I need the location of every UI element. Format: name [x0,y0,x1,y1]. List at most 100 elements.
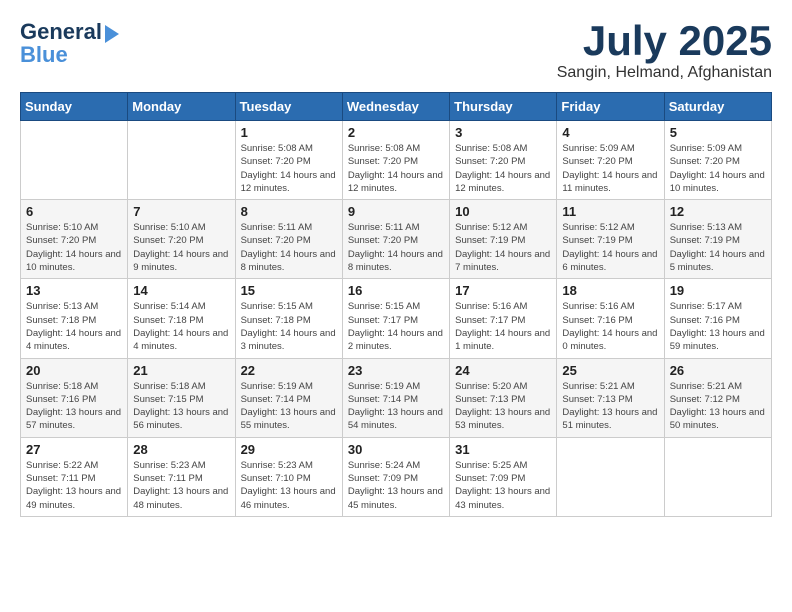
calendar-cell: 31 Sunrise: 5:25 AM Sunset: 7:09 PM Dayli… [450,437,557,516]
day-info: Sunrise: 5:20 AM Sunset: 7:13 PM Dayligh… [455,380,551,433]
day-number: 17 [455,283,551,298]
weekday-header-sunday: Sunday [21,93,128,121]
day-info: Sunrise: 5:19 AM Sunset: 7:14 PM Dayligh… [348,380,444,433]
day-number: 18 [562,283,658,298]
day-info: Sunrise: 5:22 AM Sunset: 7:11 PM Dayligh… [26,459,122,512]
day-info: Sunrise: 5:11 AM Sunset: 7:20 PM Dayligh… [241,221,337,274]
day-info: Sunrise: 5:17 AM Sunset: 7:16 PM Dayligh… [670,300,766,353]
calendar-cell: 20 Sunrise: 5:18 AM Sunset: 7:16 PM Dayli… [21,358,128,437]
day-number: 16 [348,283,444,298]
week-row-3: 13 Sunrise: 5:13 AM Sunset: 7:18 PM Dayli… [21,279,772,358]
day-number: 23 [348,363,444,378]
calendar-cell [21,121,128,200]
day-info: Sunrise: 5:25 AM Sunset: 7:09 PM Dayligh… [455,459,551,512]
day-number: 1 [241,125,337,140]
calendar-cell: 29 Sunrise: 5:23 AM Sunset: 7:10 PM Dayli… [235,437,342,516]
calendar-cell: 30 Sunrise: 5:24 AM Sunset: 7:09 PM Dayli… [342,437,449,516]
calendar-cell: 11 Sunrise: 5:12 AM Sunset: 7:19 PM Dayli… [557,200,664,279]
calendar-cell: 13 Sunrise: 5:13 AM Sunset: 7:18 PM Dayli… [21,279,128,358]
day-number: 7 [133,204,229,219]
day-number: 25 [562,363,658,378]
calendar-cell: 3 Sunrise: 5:08 AM Sunset: 7:20 PM Daylig… [450,121,557,200]
day-info: Sunrise: 5:16 AM Sunset: 7:17 PM Dayligh… [455,300,551,353]
day-number: 8 [241,204,337,219]
day-info: Sunrise: 5:14 AM Sunset: 7:18 PM Dayligh… [133,300,229,353]
day-info: Sunrise: 5:15 AM Sunset: 7:18 PM Dayligh… [241,300,337,353]
week-row-2: 6 Sunrise: 5:10 AM Sunset: 7:20 PM Daylig… [21,200,772,279]
weekday-header-tuesday: Tuesday [235,93,342,121]
week-row-5: 27 Sunrise: 5:22 AM Sunset: 7:11 PM Dayli… [21,437,772,516]
day-number: 12 [670,204,766,219]
day-info: Sunrise: 5:08 AM Sunset: 7:20 PM Dayligh… [348,142,444,195]
calendar-cell: 16 Sunrise: 5:15 AM Sunset: 7:17 PM Dayli… [342,279,449,358]
day-info: Sunrise: 5:24 AM Sunset: 7:09 PM Dayligh… [348,459,444,512]
day-number: 27 [26,442,122,457]
calendar-cell: 6 Sunrise: 5:10 AM Sunset: 7:20 PM Daylig… [21,200,128,279]
day-info: Sunrise: 5:11 AM Sunset: 7:20 PM Dayligh… [348,221,444,274]
day-info: Sunrise: 5:13 AM Sunset: 7:19 PM Dayligh… [670,221,766,274]
calendar-cell: 21 Sunrise: 5:18 AM Sunset: 7:15 PM Dayli… [128,358,235,437]
day-info: Sunrise: 5:09 AM Sunset: 7:20 PM Dayligh… [562,142,658,195]
weekday-header-friday: Friday [557,93,664,121]
day-info: Sunrise: 5:09 AM Sunset: 7:20 PM Dayligh… [670,142,766,195]
day-number: 6 [26,204,122,219]
calendar-cell: 15 Sunrise: 5:15 AM Sunset: 7:18 PM Dayli… [235,279,342,358]
day-number: 24 [455,363,551,378]
location-title: Sangin, Helmand, Afghanistan [557,64,772,82]
week-row-1: 1 Sunrise: 5:08 AM Sunset: 7:20 PM Daylig… [21,121,772,200]
day-info: Sunrise: 5:10 AM Sunset: 7:20 PM Dayligh… [26,221,122,274]
day-number: 13 [26,283,122,298]
calendar-cell: 8 Sunrise: 5:11 AM Sunset: 7:20 PM Daylig… [235,200,342,279]
day-number: 11 [562,204,658,219]
calendar-cell: 26 Sunrise: 5:21 AM Sunset: 7:12 PM Dayli… [664,358,771,437]
day-number: 28 [133,442,229,457]
title-block: July 2025 Sangin, Helmand, Afghanistan [557,20,772,82]
day-info: Sunrise: 5:19 AM Sunset: 7:14 PM Dayligh… [241,380,337,433]
day-info: Sunrise: 5:12 AM Sunset: 7:19 PM Dayligh… [562,221,658,274]
weekday-header-saturday: Saturday [664,93,771,121]
day-number: 10 [455,204,551,219]
weekday-header-thursday: Thursday [450,93,557,121]
day-number: 4 [562,125,658,140]
weekday-header-row: SundayMondayTuesdayWednesdayThursdayFrid… [21,93,772,121]
calendar-cell [128,121,235,200]
page-header: General Blue July 2025 Sangin, Helmand, … [20,20,772,82]
calendar-cell: 19Sunrise: 5:17 AM Sunset: 7:16 PM Dayli… [664,279,771,358]
calendar-cell: 28Sunrise: 5:23 AM Sunset: 7:11 PM Dayli… [128,437,235,516]
day-number: 30 [348,442,444,457]
calendar-cell: 1Sunrise: 5:08 AM Sunset: 7:20 PM Daylig… [235,121,342,200]
calendar-table: SundayMondayTuesdayWednesdayThursdayFrid… [20,92,772,517]
calendar-cell: 18Sunrise: 5:16 AM Sunset: 7:16 PM Dayli… [557,279,664,358]
day-info: Sunrise: 5:08 AM Sunset: 7:20 PM Dayligh… [455,142,551,195]
day-number: 15 [241,283,337,298]
logo-arrow-icon [105,25,119,43]
day-info: Sunrise: 5:23 AM Sunset: 7:10 PM Dayligh… [241,459,337,512]
day-number: 26 [670,363,766,378]
calendar-cell: 27 Sunrise: 5:22 AM Sunset: 7:11 PM Dayli… [21,437,128,516]
day-info: Sunrise: 5:13 AM Sunset: 7:18 PM Dayligh… [26,300,122,353]
logo-text: General [20,20,102,44]
day-number: 14 [133,283,229,298]
day-number: 20 [26,363,122,378]
calendar-cell: 5 Sunrise: 5:09 AM Sunset: 7:20 PM Daylig… [664,121,771,200]
day-number: 3 [455,125,551,140]
calendar-cell: 22Sunrise: 5:19 AM Sunset: 7:14 PM Dayli… [235,358,342,437]
day-info: Sunrise: 5:15 AM Sunset: 7:17 PM Dayligh… [348,300,444,353]
calendar-cell: 24 Sunrise: 5:20 AM Sunset: 7:13 PM Dayli… [450,358,557,437]
week-row-4: 20 Sunrise: 5:18 AM Sunset: 7:16 PM Dayli… [21,358,772,437]
day-number: 5 [670,125,766,140]
calendar-cell: 2 Sunrise: 5:08 AM Sunset: 7:20 PM Daylig… [342,121,449,200]
day-number: 2 [348,125,444,140]
calendar-cell [557,437,664,516]
day-info: Sunrise: 5:10 AM Sunset: 7:20 PM Dayligh… [133,221,229,274]
day-info: Sunrise: 5:18 AM Sunset: 7:15 PM Dayligh… [133,380,229,433]
calendar-cell: 4 Sunrise: 5:09 AM Sunset: 7:20 PM Daylig… [557,121,664,200]
day-info: Sunrise: 5:12 AM Sunset: 7:19 PM Dayligh… [455,221,551,274]
day-number: 21 [133,363,229,378]
calendar-cell: 9Sunrise: 5:11 AM Sunset: 7:20 PM Daylig… [342,200,449,279]
day-info: Sunrise: 5:21 AM Sunset: 7:12 PM Dayligh… [670,380,766,433]
day-number: 29 [241,442,337,457]
day-info: Sunrise: 5:18 AM Sunset: 7:16 PM Dayligh… [26,380,122,433]
month-title: July 2025 [557,20,772,62]
day-number: 31 [455,442,551,457]
